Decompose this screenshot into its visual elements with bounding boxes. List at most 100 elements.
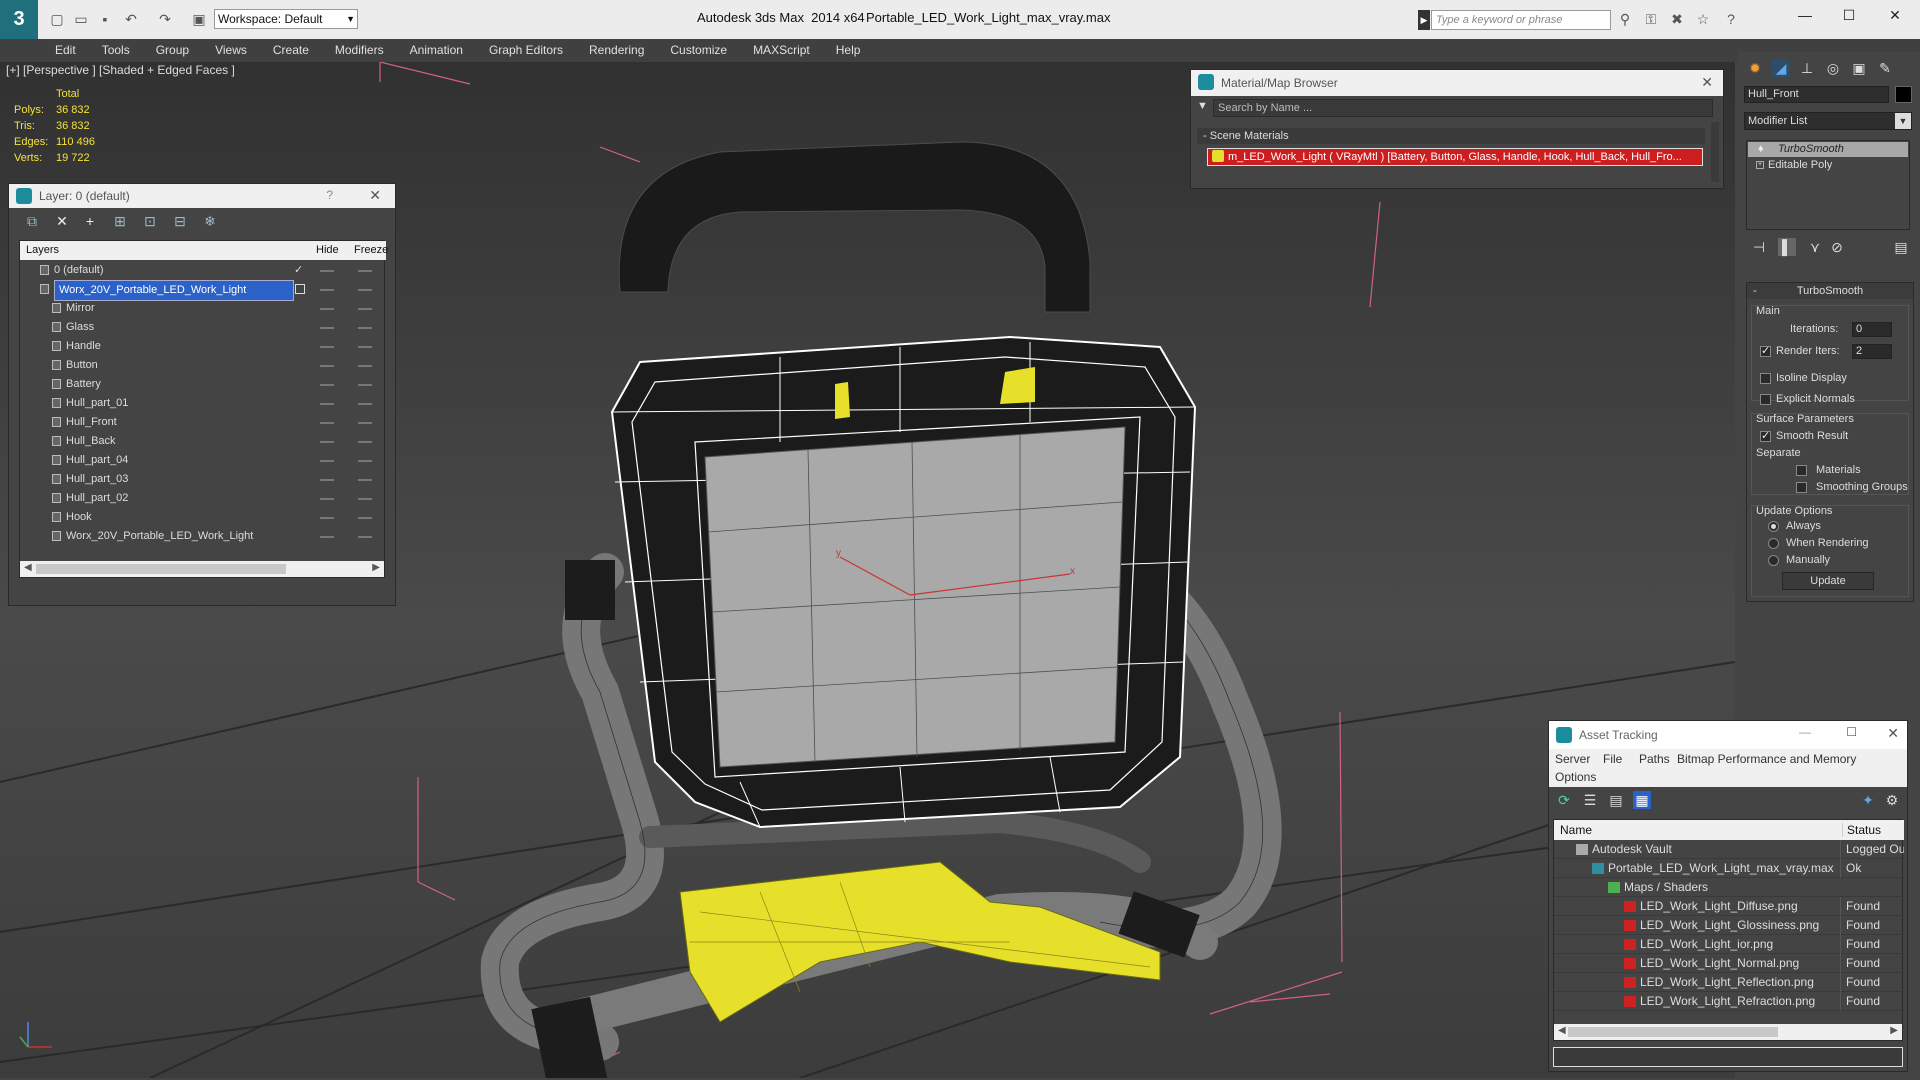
freeze-toggle[interactable] (358, 460, 372, 462)
layer-row[interactable]: Battery (20, 375, 386, 394)
scroll-right-icon[interactable]: ▶ (1890, 1025, 1898, 1036)
settings-icon[interactable]: ⚙ (1883, 791, 1901, 809)
material-vscrollbar[interactable] (1711, 122, 1719, 182)
close-icon[interactable]: ✕ (1701, 74, 1713, 91)
update-button[interactable]: Update (1782, 572, 1874, 590)
freeze-toggle[interactable] (358, 403, 372, 405)
hide-toggle[interactable] (320, 517, 334, 519)
hide-toggle[interactable] (320, 365, 334, 367)
options-chevron-icon[interactable]: ▼ (1197, 100, 1208, 112)
hide-toggle[interactable] (320, 308, 334, 310)
menu-graph-editors[interactable]: Graph Editors (476, 39, 576, 62)
asset-menu-paths[interactable]: Paths (1639, 752, 1670, 766)
freeze-toggle[interactable] (358, 536, 372, 538)
close-icon[interactable]: ✕ (1886, 6, 1904, 24)
pin-stack-icon[interactable]: ⊣ (1750, 238, 1768, 256)
layer-row[interactable]: Hull_part_04 (20, 451, 386, 470)
undo-icon[interactable]: ↶ (122, 10, 140, 28)
freeze-toggle[interactable] (358, 308, 372, 310)
hide-toggle[interactable] (320, 460, 334, 462)
modify-tab-icon[interactable]: ◢ (1772, 59, 1790, 77)
material-browser-titlebar[interactable]: Material/Map Browser ✕ (1191, 70, 1723, 96)
freeze-toggle[interactable] (358, 346, 372, 348)
layer-row[interactable]: Mirror (20, 299, 386, 318)
freeze-toggle[interactable] (358, 517, 372, 519)
asset-menu-options[interactable]: Options (1555, 770, 1596, 784)
favorites-star-icon[interactable]: ☆ (1694, 10, 1712, 28)
hide-toggle[interactable] (320, 346, 334, 348)
col-status[interactable]: Status (1842, 823, 1881, 837)
hierarchy-tab-icon[interactable]: ⊥ (1798, 59, 1816, 77)
iterations-spinner[interactable]: 0 (1852, 322, 1892, 337)
new-file-icon[interactable]: ▢ (48, 10, 66, 28)
refresh-icon[interactable]: ⟳ (1555, 791, 1573, 809)
object-name-field[interactable]: Hull_Front (1744, 86, 1889, 103)
hide-toggle[interactable] (320, 270, 334, 272)
object-color-swatch[interactable] (1895, 86, 1912, 103)
expand-icon[interactable]: + (1756, 161, 1764, 169)
bulb-icon[interactable]: ♦ (1758, 142, 1764, 157)
asset-path-field[interactable] (1553, 1047, 1903, 1067)
configure-sets-icon[interactable]: ▤ (1892, 238, 1910, 256)
layer-row[interactable]: Button (20, 356, 386, 375)
hide-toggle[interactable] (320, 479, 334, 481)
hide-toggle[interactable] (320, 441, 334, 443)
maximize-icon[interactable]: ☐ (1840, 6, 1858, 24)
add-to-layer-icon[interactable]: + (81, 212, 99, 230)
menu-customize[interactable]: Customize (657, 39, 740, 62)
display-tab-icon[interactable]: ▣ (1850, 59, 1868, 77)
scroll-left-icon[interactable]: ◀ (24, 562, 32, 573)
layer-hscrollbar[interactable]: ◀ ▶ (20, 561, 384, 577)
explicit-normals-checkbox[interactable] (1760, 394, 1771, 405)
material-search-input[interactable]: Search by Name ... (1213, 99, 1713, 117)
freeze-toggle[interactable] (358, 289, 372, 291)
smoothing-groups-checkbox[interactable] (1796, 482, 1807, 493)
asset-tracking-titlebar[interactable]: Asset Tracking — ☐ ✕ (1549, 721, 1907, 749)
viewport-label[interactable]: [+] [Perspective ] [Shaded + Edged Faces… (6, 63, 235, 77)
select-objects-icon[interactable]: ⊞ (111, 212, 129, 230)
freeze-toggle[interactable] (358, 498, 372, 500)
utilities-tab-icon[interactable]: ✎ (1876, 59, 1894, 77)
asset-row[interactable]: Maps / Shaders (1554, 878, 1904, 897)
layer-row[interactable]: Hull_Back (20, 432, 386, 451)
asset-row[interactable]: Portable_LED_Work_Light_max_vray.max Ok (1554, 859, 1904, 878)
freeze-toggle[interactable] (358, 365, 372, 367)
stack-item-editable-poly[interactable]: + Editable Poly (1748, 158, 1908, 173)
material-entry[interactable]: m_LED_Work_Light ( VRayMtl ) [Battery, B… (1207, 148, 1703, 166)
layer-row[interactable]: Glass (20, 318, 386, 337)
communication-icon[interactable]: ✖ (1668, 10, 1686, 28)
asset-hscrollbar[interactable]: ◀ ▶ (1554, 1024, 1902, 1040)
layer-row[interactable]: Worx_20V_Portable_LED_Work_Light (20, 280, 386, 301)
freeze-toggle[interactable] (358, 422, 372, 424)
asset-row[interactable]: LED_Work_Light_Refraction.png Found (1554, 992, 1904, 1011)
help-icon[interactable]: ? (326, 188, 333, 202)
asset-row[interactable]: LED_Work_Light_Diffuse.png Found (1554, 897, 1904, 916)
layer-row[interactable]: Hook (20, 508, 386, 527)
scroll-thumb[interactable] (36, 564, 286, 574)
hide-toggle[interactable] (320, 498, 334, 500)
menu-animation[interactable]: Animation (397, 39, 476, 62)
hide-toggle[interactable] (320, 384, 334, 386)
asset-menu-file[interactable]: File (1603, 752, 1622, 766)
col-name[interactable]: Name (1560, 823, 1592, 837)
manually-radio[interactable] (1768, 555, 1779, 566)
create-tab-icon[interactable]: ✹ (1746, 59, 1764, 77)
maximize-icon[interactable]: ☐ (1846, 725, 1857, 739)
binoculars-icon[interactable]: ⚲ (1616, 10, 1634, 28)
help-icon[interactable]: ? (1722, 10, 1740, 28)
app-logo-icon[interactable]: 3 (0, 0, 38, 39)
freeze-toggle[interactable] (358, 479, 372, 481)
motion-tab-icon[interactable]: ◎ (1824, 59, 1842, 77)
layer-row[interactable]: Handle (20, 337, 386, 356)
scroll-left-icon[interactable]: ◀ (1558, 1025, 1566, 1036)
save-file-icon[interactable]: ▪ (96, 10, 114, 28)
redo-icon[interactable]: ↷ (156, 10, 174, 28)
layer-row[interactable]: Hull_part_03 (20, 470, 386, 489)
detail-view-icon[interactable]: ▤ (1607, 791, 1625, 809)
hide-toggle[interactable] (320, 536, 334, 538)
highlight-layer-icon[interactable]: ⊡ (141, 212, 159, 230)
help-globe-icon[interactable]: ✦ (1859, 791, 1877, 809)
layer-row[interactable]: Hull_part_01 (20, 394, 386, 413)
menu-help[interactable]: Help (823, 39, 874, 62)
scroll-thumb[interactable] (1568, 1027, 1778, 1037)
